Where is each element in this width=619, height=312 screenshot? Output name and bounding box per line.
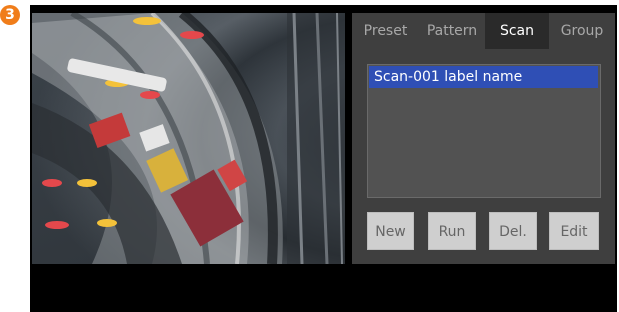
tab-scan[interactable]: Scan xyxy=(485,13,549,49)
delete-button[interactable]: Del. xyxy=(489,212,537,250)
camera-image xyxy=(32,13,345,264)
edit-button[interactable]: Edit xyxy=(549,212,599,250)
scan-list[interactable]: Scan-001 label name xyxy=(367,64,601,198)
run-button[interactable]: Run xyxy=(428,212,476,250)
camera-video-view xyxy=(32,13,345,264)
scan-list-item-selected[interactable]: Scan-001 label name xyxy=(369,66,598,88)
new-button[interactable]: New xyxy=(367,212,414,250)
tab-pattern[interactable]: Pattern xyxy=(419,13,485,49)
ptz-control-panel: Preset Pattern Scan Group Scan-001 label… xyxy=(352,13,615,264)
viewer-frame: Preset Pattern Scan Group Scan-001 label… xyxy=(30,5,617,312)
step-number-badge: 3 xyxy=(0,5,20,25)
tab-bar: Preset Pattern Scan Group xyxy=(352,13,615,49)
tab-group[interactable]: Group xyxy=(549,13,615,49)
tab-preset[interactable]: Preset xyxy=(352,13,419,49)
